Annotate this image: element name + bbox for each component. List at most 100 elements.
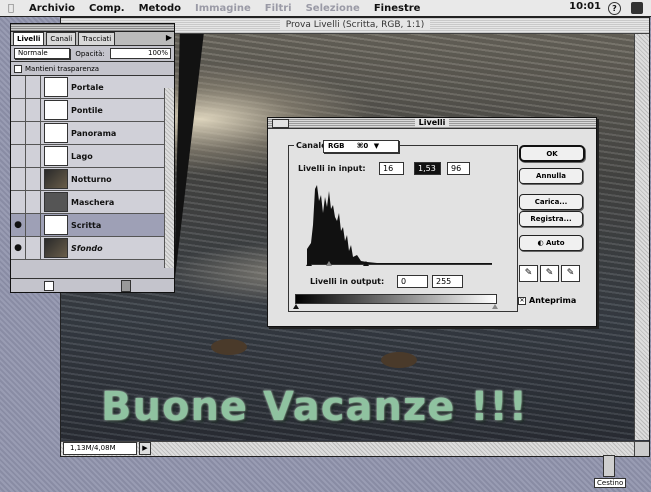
- edit-brush-icon[interactable]: [26, 99, 41, 121]
- menu-filtri[interactable]: Filtri: [258, 3, 299, 14]
- document-size-field: 1,13M/4,08M: [63, 442, 137, 455]
- layer-row[interactable]: Pontile: [11, 99, 174, 122]
- palette-footer: [11, 278, 174, 292]
- delete-layer-icon[interactable]: [121, 280, 131, 292]
- save-button[interactable]: Registra...: [519, 211, 583, 227]
- preview-checkbox[interactable]: ✕: [518, 296, 526, 305]
- trash-label[interactable]: Cestino: [594, 478, 627, 488]
- menu-metodo[interactable]: Metodo: [132, 3, 188, 14]
- layer-thumbnail: [44, 192, 68, 212]
- visibility-eye-icon[interactable]: [11, 122, 26, 144]
- layer-row[interactable]: ● Scritta: [11, 214, 174, 237]
- preserve-transparency-checkbox[interactable]: [14, 64, 22, 73]
- layer-row[interactable]: ● Sfondo: [11, 237, 174, 260]
- input-white-field[interactable]: 96: [447, 162, 470, 175]
- apple-menu-icon[interactable]: : [0, 3, 22, 14]
- output-levels-label: Livelli in output:: [308, 277, 387, 286]
- menu-finestre[interactable]: Finestre: [367, 3, 428, 14]
- output-black-field[interactable]: 0: [397, 275, 428, 288]
- input-black-field[interactable]: 16: [379, 162, 404, 175]
- chevron-down-icon: ▼: [373, 142, 380, 150]
- input-levels-label: Livelli in input:: [296, 164, 368, 173]
- input-gamma-field[interactable]: 1,53: [414, 162, 441, 175]
- layer-thumbnail: [44, 77, 68, 97]
- new-layer-icon[interactable]: [44, 281, 54, 291]
- output-gradient-bar: [295, 294, 497, 304]
- layers-palette: Livelli Canali Tracciati ▶ Normale Opaci…: [10, 23, 175, 293]
- preview-label: Anteprima: [529, 296, 577, 305]
- output-white-field[interactable]: 255: [432, 275, 463, 288]
- palette-scrollbar[interactable]: [164, 88, 174, 268]
- cancel-button[interactable]: Annulla: [519, 168, 583, 184]
- document-horizontal-scrollbar[interactable]: 1,13M/4,08M ▶: [61, 441, 649, 456]
- histogram-shape: [307, 185, 492, 264]
- palette-menu-arrow-icon[interactable]: ▶: [164, 32, 174, 45]
- levels-titlebar[interactable]: Livelli: [268, 118, 596, 129]
- input-gamma-slider[interactable]: [326, 261, 332, 266]
- opacity-field[interactable]: 100%: [109, 48, 171, 59]
- channel-select[interactable]: RGB ⌘0 ▼: [323, 140, 399, 153]
- tab-tracciati[interactable]: Tracciati: [78, 32, 116, 45]
- palette-tabs: Livelli Canali Tracciati ▶: [11, 32, 174, 46]
- layer-name: Panorama: [71, 128, 117, 138]
- layer-row[interactable]: Lago: [11, 145, 174, 168]
- menu-immagine[interactable]: Immagine: [188, 3, 258, 14]
- gray-eyedropper-icon[interactable]: ✎: [540, 265, 559, 282]
- visibility-eye-icon[interactable]: [11, 191, 26, 213]
- visibility-eye-icon[interactable]: [11, 99, 26, 121]
- photoshop-app-icon[interactable]: [631, 2, 643, 14]
- edit-brush-icon[interactable]: [26, 122, 41, 144]
- duck-shape: [381, 352, 417, 368]
- edit-brush-icon[interactable]: [26, 237, 41, 259]
- layer-row[interactable]: Notturno: [11, 168, 174, 191]
- edit-brush-icon[interactable]: [26, 168, 41, 190]
- visibility-eye-icon[interactable]: ●: [11, 214, 26, 236]
- menu-selezione[interactable]: Selezione: [299, 3, 367, 14]
- ok-button[interactable]: OK: [519, 145, 585, 162]
- layer-thumbnail: [44, 215, 68, 235]
- layer-thumbnail: [44, 169, 68, 189]
- blend-mode-row: Normale Opacità: 100%: [11, 46, 174, 62]
- input-white-slider[interactable]: [363, 261, 369, 266]
- layer-name: Notturno: [71, 174, 112, 184]
- levels-dialog: Livelli Canale: RGB ⌘0 ▼ Livelli in inpu…: [267, 117, 597, 327]
- visibility-eye-icon[interactable]: [11, 145, 26, 167]
- visibility-eye-icon[interactable]: ●: [11, 237, 26, 259]
- auto-contrast-icon: ◐: [537, 239, 544, 247]
- edit-brush-icon[interactable]: [26, 191, 41, 213]
- layer-row[interactable]: Panorama: [11, 122, 174, 145]
- edit-brush-icon[interactable]: [26, 145, 41, 167]
- document-vertical-scrollbar[interactable]: [634, 34, 649, 440]
- edit-brush-icon[interactable]: [26, 214, 41, 236]
- layer-name: Maschera: [71, 197, 115, 207]
- close-box-icon[interactable]: [272, 119, 289, 128]
- menu-comp[interactable]: Comp.: [82, 3, 132, 14]
- size-popup-arrow-icon[interactable]: ▶: [139, 442, 151, 455]
- visibility-eye-icon[interactable]: [11, 76, 26, 98]
- channel-shortcut: ⌘0: [356, 142, 369, 150]
- layer-list: Portale Pontile Panorama Lago Notturno Masche…: [11, 76, 174, 260]
- input-black-slider[interactable]: [306, 261, 312, 266]
- visibility-eye-icon[interactable]: [11, 168, 26, 190]
- tab-livelli[interactable]: Livelli: [13, 32, 45, 45]
- help-icon[interactable]: ?: [608, 2, 621, 15]
- blend-mode-select[interactable]: Normale: [14, 48, 71, 59]
- white-eyedropper-icon[interactable]: ✎: [561, 265, 580, 282]
- layer-thumbnail: [44, 123, 68, 143]
- layer-name: Sfondo: [71, 243, 103, 253]
- tab-canali[interactable]: Canali: [46, 32, 77, 45]
- document-title: Prova Livelli (Scritta, RGB, 1:1): [279, 20, 431, 30]
- output-white-slider[interactable]: [492, 304, 498, 309]
- duck-shape: [211, 339, 247, 355]
- load-button[interactable]: Carica...: [519, 194, 583, 210]
- output-black-slider[interactable]: [293, 304, 299, 309]
- palette-titlebar[interactable]: [11, 24, 174, 32]
- menu-archivio[interactable]: Archivio: [22, 3, 82, 14]
- resize-box[interactable]: [634, 442, 649, 456]
- edit-brush-icon[interactable]: [26, 76, 41, 98]
- layer-row[interactable]: Portale: [11, 76, 174, 99]
- trash-icon[interactable]: [603, 455, 615, 477]
- layer-row[interactable]: Maschera: [11, 191, 174, 214]
- auto-button[interactable]: ◐ Auto: [519, 235, 583, 251]
- black-eyedropper-icon[interactable]: ✎: [519, 265, 538, 282]
